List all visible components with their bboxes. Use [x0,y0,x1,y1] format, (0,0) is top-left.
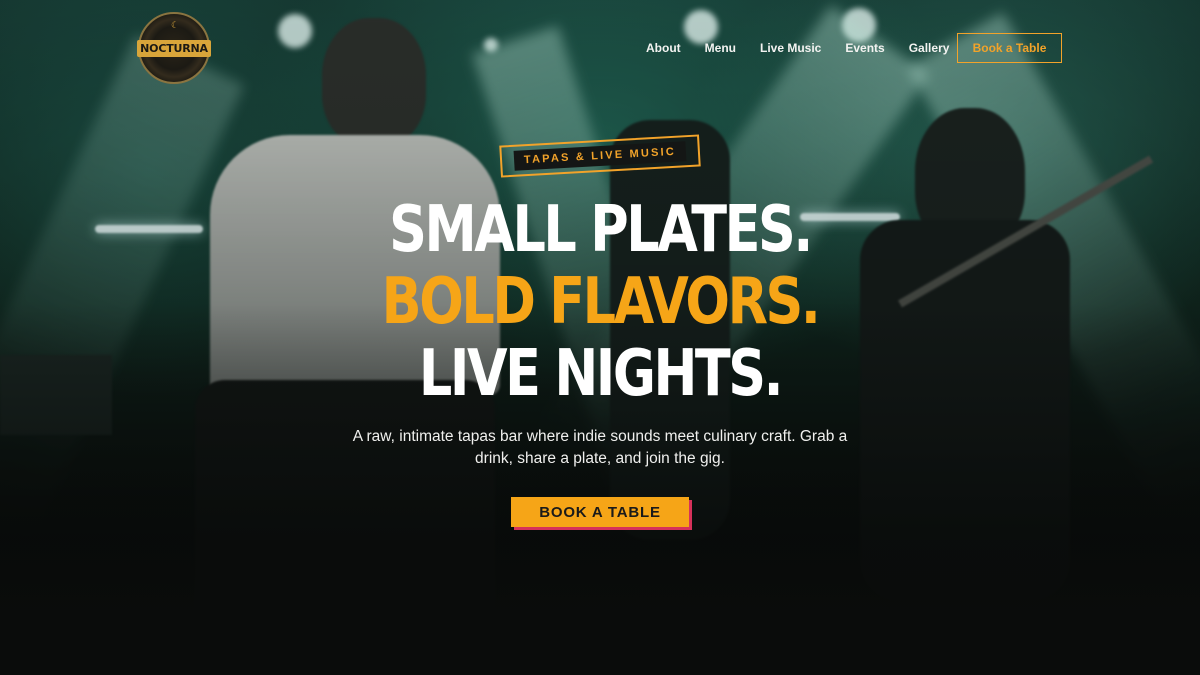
nav-book-table-button[interactable]: Book a Table [957,33,1062,63]
brand-logo[interactable]: ☾ NOCTURNA [137,12,211,84]
headline-line-1: SMALL PLATES. [389,193,813,267]
hero-subtitle: A raw, intimate tapas bar where indie so… [352,428,848,467]
hero-book-table-button[interactable]: BOOK A TABLE [511,497,689,527]
nav-item-about[interactable]: About [646,41,681,55]
headline-line-3: LIVE NIGHTS. [418,337,784,411]
brand-logo-text: NOCTURNA [137,39,211,57]
nav-item-live-music[interactable]: Live Music [760,41,821,55]
hero-tag-label: TAPAS & LIVE MUSIC [513,141,687,171]
main-nav: About Menu Live Music Events Gallery [646,41,973,55]
nav-item-events[interactable]: Events [845,41,884,55]
nav-item-gallery[interactable]: Gallery [909,41,950,55]
headline-line-2: BOLD FLAVORS. [381,265,821,339]
nav-item-menu[interactable]: Menu [705,41,736,55]
moon-icon: ☾ [171,20,180,30]
